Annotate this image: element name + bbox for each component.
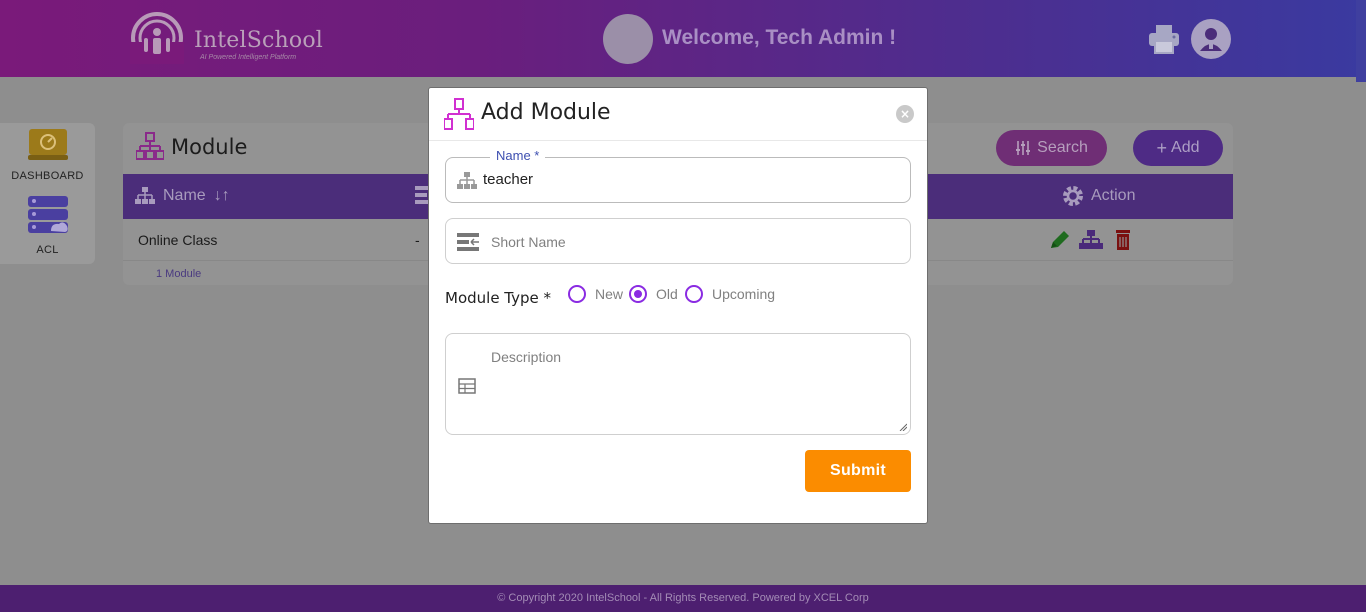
- logo-text: IntelSchool: [194, 28, 324, 53]
- sliders-icon: [1016, 141, 1031, 155]
- description-input[interactable]: Description: [491, 349, 561, 365]
- module-name-cell: Online Class: [138, 232, 218, 248]
- resize-handle-icon[interactable]: [899, 423, 907, 431]
- dialog-header: Add Module ×: [429, 88, 927, 141]
- page-title: Module: [171, 135, 248, 159]
- sitemap-icon: [136, 132, 164, 160]
- submit-button[interactable]: Submit: [805, 450, 911, 492]
- print-icon[interactable]: [1148, 24, 1180, 54]
- search-button[interactable]: Search: [996, 130, 1107, 166]
- copyright-text: © Copyright 2020 IntelSchool - All Right…: [497, 592, 869, 604]
- search-button-label: Search: [1037, 139, 1088, 156]
- module-type-new-radio[interactable]: [568, 285, 586, 303]
- description-field[interactable]: Description: [445, 333, 911, 435]
- page-footer: © Copyright 2020 IntelSchool - All Right…: [0, 585, 1366, 612]
- sidebar-item-acl[interactable]: ACL: [0, 187, 95, 264]
- module-type-upcoming-radio[interactable]: [685, 285, 703, 303]
- sidebar: DASHBOARD ACL: [0, 123, 95, 264]
- avatar: [603, 14, 653, 64]
- module-type-old-label[interactable]: Old: [656, 286, 678, 302]
- sort-icon[interactable]: ↓↑: [214, 187, 230, 205]
- close-icon[interactable]: ×: [896, 105, 914, 123]
- short-name-field[interactable]: Short Name: [445, 218, 911, 264]
- module-type-new-label[interactable]: New: [595, 286, 623, 302]
- table-icon: [458, 378, 476, 394]
- user-profile-icon[interactable]: [1191, 19, 1231, 59]
- top-header: IntelSchool AI Powered Intelligent Platf…: [0, 0, 1366, 82]
- column-header-label: Name: [163, 187, 206, 204]
- short-name-input[interactable]: Short Name: [491, 234, 566, 250]
- module-type-old-radio[interactable]: [629, 285, 647, 303]
- add-module-dialog: Add Module × Name * teacher Short Name M…: [428, 87, 928, 524]
- name-field-label: Name *: [490, 148, 546, 163]
- logo-tagline: AI Powered Intelligent Platform: [200, 54, 297, 61]
- add-button[interactable]: + Add: [1133, 130, 1223, 166]
- module-count: 1 Module: [156, 268, 202, 280]
- module-type-label: Module Type *: [445, 289, 552, 307]
- hierarchy-icon[interactable]: [1079, 229, 1103, 251]
- dashboard-icon: [28, 129, 68, 160]
- column-header-label: Action: [1091, 187, 1136, 204]
- column-header-action: Action: [1061, 184, 1135, 208]
- sitemap-icon: [457, 172, 477, 189]
- acl-icon: [28, 196, 68, 233]
- intelschool-logo[interactable]: IntelSchool AI Powered Intelligent Platf…: [128, 12, 328, 68]
- sidebar-item-label: ACL: [36, 244, 59, 256]
- sitemap-icon: [444, 98, 474, 130]
- edit-icon[interactable]: [1048, 229, 1072, 251]
- name-field[interactable]: Name * teacher: [445, 148, 911, 203]
- dialog-title: Add Module: [481, 100, 611, 125]
- user-silhouette-icon: [1200, 28, 1222, 51]
- gear-icon: [1063, 186, 1083, 206]
- module-type-upcoming-label[interactable]: Upcoming: [712, 286, 775, 302]
- sitemap-icon: [135, 187, 155, 204]
- short-name-icon: [457, 233, 479, 251]
- plus-icon: +: [1156, 137, 1168, 158]
- name-input[interactable]: teacher: [483, 171, 533, 188]
- logo-mark-icon: [130, 12, 184, 64]
- sidebar-item-label: DASHBOARD: [11, 170, 84, 182]
- column-header-name[interactable]: Name ↓↑: [135, 186, 230, 206]
- short-name-cell: -: [415, 232, 420, 248]
- welcome-text: Welcome, Tech Admin !: [662, 26, 897, 49]
- trash-icon[interactable]: [1111, 229, 1135, 251]
- sidebar-item-dashboard[interactable]: DASHBOARD: [0, 123, 95, 187]
- add-button-label: Add: [1171, 139, 1200, 156]
